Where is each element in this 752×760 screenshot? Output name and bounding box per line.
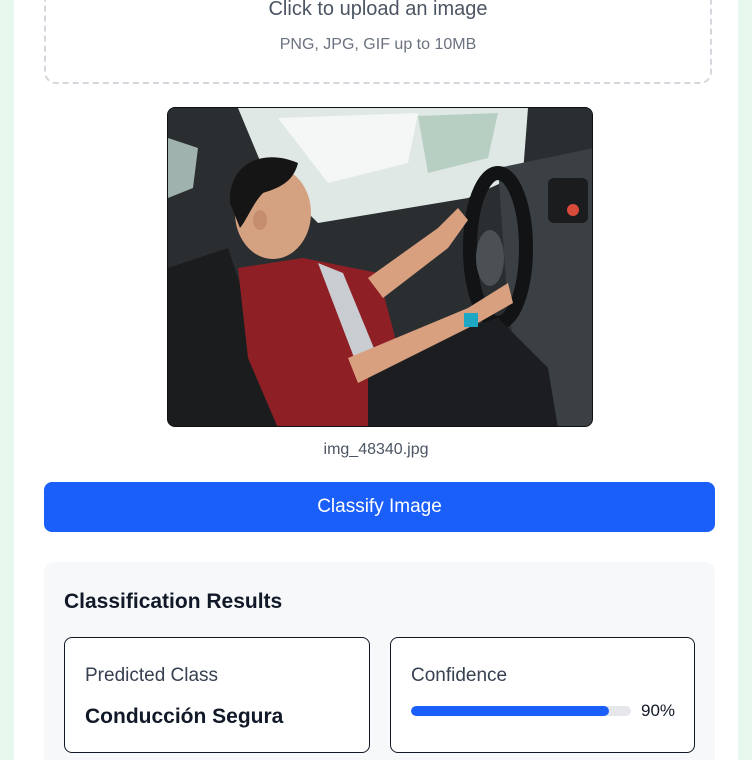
upload-title: Click to upload an image [268, 0, 488, 20]
upload-hint: PNG, JPG, GIF up to 10MB [279, 36, 477, 53]
driver-photo [168, 108, 592, 426]
predicted-class-value: Conducción Segura [85, 705, 284, 728]
confidence-bar-track [411, 706, 631, 716]
confidence-label: Confidence [411, 665, 508, 686]
predicted-class-card: Predicted Class Conducción Segura [64, 637, 370, 753]
confidence-percent: 90% [641, 701, 676, 720]
confidence-card: Confidence 90% [390, 637, 695, 753]
predicted-class-label: Predicted Class [85, 665, 219, 686]
image-filename: img_48340.jpg [323, 441, 429, 458]
results-panel: Classification Results Predicted Class C… [44, 562, 715, 760]
image-preview [167, 107, 593, 427]
results-title: Classification Results [64, 590, 283, 613]
classifier-card: Click to upload an image PNG, JPG, GIF u… [14, 0, 738, 760]
confidence-bar-fill [411, 706, 609, 716]
classify-button[interactable]: Classify Image [44, 482, 715, 532]
upload-dropzone[interactable]: Click to upload an image PNG, JPG, GIF u… [44, 0, 712, 84]
